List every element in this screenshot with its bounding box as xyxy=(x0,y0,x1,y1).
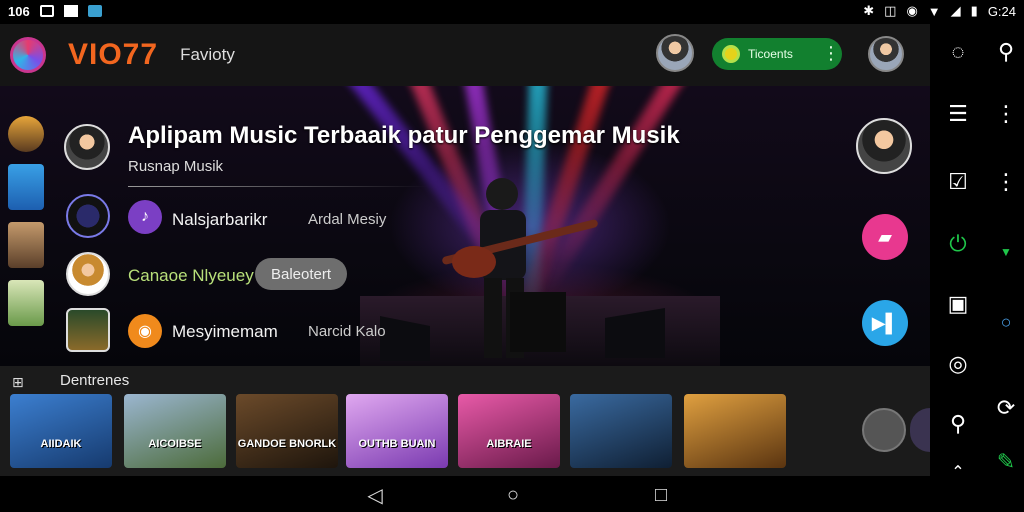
checkbox-icon[interactable]: ☑ xyxy=(944,168,972,196)
artist-avatar[interactable] xyxy=(66,252,110,296)
status-time-left: 106 xyxy=(8,3,30,19)
side-thumbnails xyxy=(8,116,48,338)
more-vert-icon[interactable]: ⋮ xyxy=(992,100,1020,128)
more-vert-icon[interactable]: ⋮ xyxy=(822,44,840,62)
profile-avatar[interactable] xyxy=(868,36,904,72)
list-icon[interactable]: ☰ xyxy=(944,100,972,128)
artist-avatar[interactable] xyxy=(656,34,694,72)
app-logo-icon[interactable] xyxy=(10,37,46,73)
play-icon[interactable]: ◉ xyxy=(128,314,162,348)
vibrate-icon: ◫ xyxy=(884,3,897,18)
hero-banner: Aplipam Music Terbaaik patur Penggemar M… xyxy=(0,86,930,366)
album-card[interactable] xyxy=(570,394,672,468)
sync-icon[interactable]: ⟳ xyxy=(992,394,1020,422)
grid-icon: ⊞ xyxy=(12,374,24,390)
featured-artist-avatar[interactable] xyxy=(856,118,912,174)
tickets-pill[interactable]: Ticoents ⋮ xyxy=(712,38,842,70)
search-icon[interactable]: ⚲ xyxy=(992,38,1020,66)
app-top-bar: VIO77 Favioty Ticoents ⋮ xyxy=(0,24,930,86)
album-title: OUTHB BUAIN xyxy=(358,438,436,450)
status-bar: 106 ✱ ◫ ◉ ▼ ◢ ▮ G:24 xyxy=(0,0,1024,22)
guitarist-silhouette xyxy=(442,178,598,358)
recommendations-strip: ⊞ Dentrenes AIIDAIK AICOIBSE GANDOE BNOR… xyxy=(0,366,930,476)
follow-chip[interactable]: Baleotert xyxy=(255,258,347,290)
artist-avatar[interactable] xyxy=(64,124,110,170)
header-subtitle[interactable]: Favioty xyxy=(180,45,235,65)
row-subtitle: Ardal Mesiy xyxy=(308,211,387,228)
speaker xyxy=(380,316,430,361)
music-icon[interactable]: ♪ xyxy=(128,200,162,234)
chart-icon[interactable]: ▣ xyxy=(944,290,972,318)
thumbnail[interactable] xyxy=(8,280,44,326)
album-title: GANDOE BNORLK xyxy=(237,438,337,450)
row-title[interactable]: Mesyimemam xyxy=(172,322,278,342)
alarm-icon: ◉ xyxy=(906,3,918,18)
app-icon xyxy=(87,5,102,17)
hero-title: Aplipam Music Terbaaik patur Penggemar M… xyxy=(128,122,680,149)
side-rail: ◌ ⚲ ☰ ⋮ ☑ ⋮ ⏻ ▼ ▣ ○ ◎ ⚲ ⟳ ✎ ⌃ xyxy=(930,24,1024,481)
chevron-down-icon[interactable]: ▼ xyxy=(992,238,1020,266)
album-title: AIIDAIK xyxy=(40,438,82,450)
play-fab[interactable]: ▶▌ xyxy=(862,300,908,346)
library-fab[interactable]: ▰ xyxy=(862,214,908,260)
tickets-label: Ticoents xyxy=(748,47,793,61)
coin-icon xyxy=(722,45,740,63)
thumbnail[interactable] xyxy=(8,222,44,268)
album-card[interactable]: GANDOE BNORLK xyxy=(236,394,338,468)
thumbnail[interactable] xyxy=(8,164,44,210)
speaker xyxy=(605,308,665,358)
artist-avatar[interactable] xyxy=(66,308,110,352)
row-subtitle: Narcid Kalo xyxy=(308,323,386,340)
search-icon[interactable]: ⚲ xyxy=(944,410,972,438)
power-icon[interactable]: ⏻ xyxy=(944,230,972,258)
app-n-icon xyxy=(63,5,78,17)
image-icon xyxy=(39,5,54,17)
battery-icon: ▮ xyxy=(970,3,978,18)
home-icon[interactable]: ○ xyxy=(502,484,524,506)
album-card[interactable]: AICOIBSE xyxy=(124,394,226,468)
brand-name: VIO77 xyxy=(68,38,159,71)
chat-search-icon[interactable]: ◌ xyxy=(944,38,972,66)
album-card[interactable]: AIBRAIE xyxy=(458,394,560,468)
wifi-icon: ▼ xyxy=(927,3,941,19)
album-card[interactable] xyxy=(684,394,786,468)
album-title: AICOIBSE xyxy=(148,438,202,450)
artist-avatar[interactable] xyxy=(66,194,110,238)
music-icon[interactable]: ◎ xyxy=(944,350,972,378)
record-button[interactable] xyxy=(862,408,906,452)
system-nav-bar: ◁ ○ □ xyxy=(0,476,1024,512)
circle-icon[interactable]: ○ xyxy=(992,308,1020,336)
album-card[interactable]: AIIDAIK xyxy=(10,394,112,468)
recommendations-title: Dentrenes xyxy=(60,372,130,389)
edit-icon[interactable]: ✎ xyxy=(992,448,1020,476)
album-title: AIBRAIE xyxy=(486,438,532,450)
signal-icon: ◢ xyxy=(950,3,961,18)
status-time-right: G:24 xyxy=(987,3,1016,19)
divider xyxy=(128,186,428,187)
more-vert-icon[interactable]: ⋮ xyxy=(992,168,1020,196)
bluetooth-icon: ✱ xyxy=(863,3,875,18)
row-title[interactable]: Nalsjarbarikr xyxy=(172,210,267,230)
back-icon[interactable]: ◁ xyxy=(364,484,386,507)
album-card[interactable]: OUTHB BUAIN xyxy=(346,394,448,468)
hero-subtitle: Rusnap Musik xyxy=(128,158,224,175)
recents-icon[interactable]: □ xyxy=(650,484,672,506)
thumbnail[interactable] xyxy=(8,116,44,152)
row-title[interactable]: Canaoe Nlyeuey xyxy=(128,266,254,286)
